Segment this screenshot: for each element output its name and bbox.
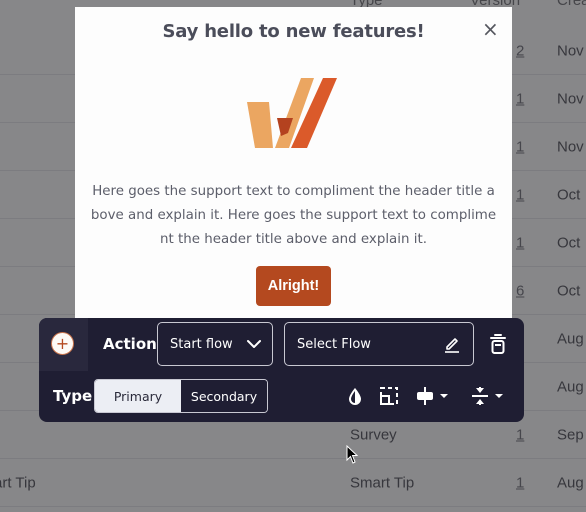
type-option-secondary[interactable]: Secondary (181, 380, 267, 412)
action-select[interactable]: Start flow (157, 322, 273, 366)
modal-title: Say hello to new features! (162, 21, 425, 42)
logo-icon (247, 78, 337, 148)
trash-icon[interactable] (488, 333, 508, 355)
action-select-value: Start flow (170, 336, 233, 352)
action-label: Action (103, 335, 157, 353)
type-label: Type (53, 387, 93, 405)
add-cell: + (39, 318, 88, 371)
resize-icon[interactable] (379, 386, 399, 406)
align-icon[interactable] (416, 386, 450, 406)
close-icon[interactable]: × (482, 19, 499, 39)
chevron-down-icon (247, 340, 261, 348)
mouse-cursor-icon (346, 445, 359, 464)
select-flow-field[interactable]: Select Flow (284, 322, 474, 366)
color-drop-icon[interactable] (347, 386, 363, 406)
modal-support-text: Here goes the support text to compliment… (90, 184, 497, 247)
type-option-primary[interactable]: Primary (95, 380, 181, 412)
type-segmented-control: Primary Secondary (94, 379, 268, 413)
select-flow-placeholder: Select Flow (297, 336, 371, 352)
add-icon[interactable]: + (51, 332, 74, 355)
logo-left-stroke (247, 102, 273, 148)
alright-button[interactable]: Alright! (256, 266, 331, 306)
editor-toolbar: + Action Start flow Select Flow Type Pri… (39, 318, 524, 422)
edit-pencil-icon (445, 338, 459, 353)
spacing-icon[interactable] (471, 386, 505, 406)
feature-announcement-modal: Say hello to new features! × Here goes t… (75, 7, 512, 327)
